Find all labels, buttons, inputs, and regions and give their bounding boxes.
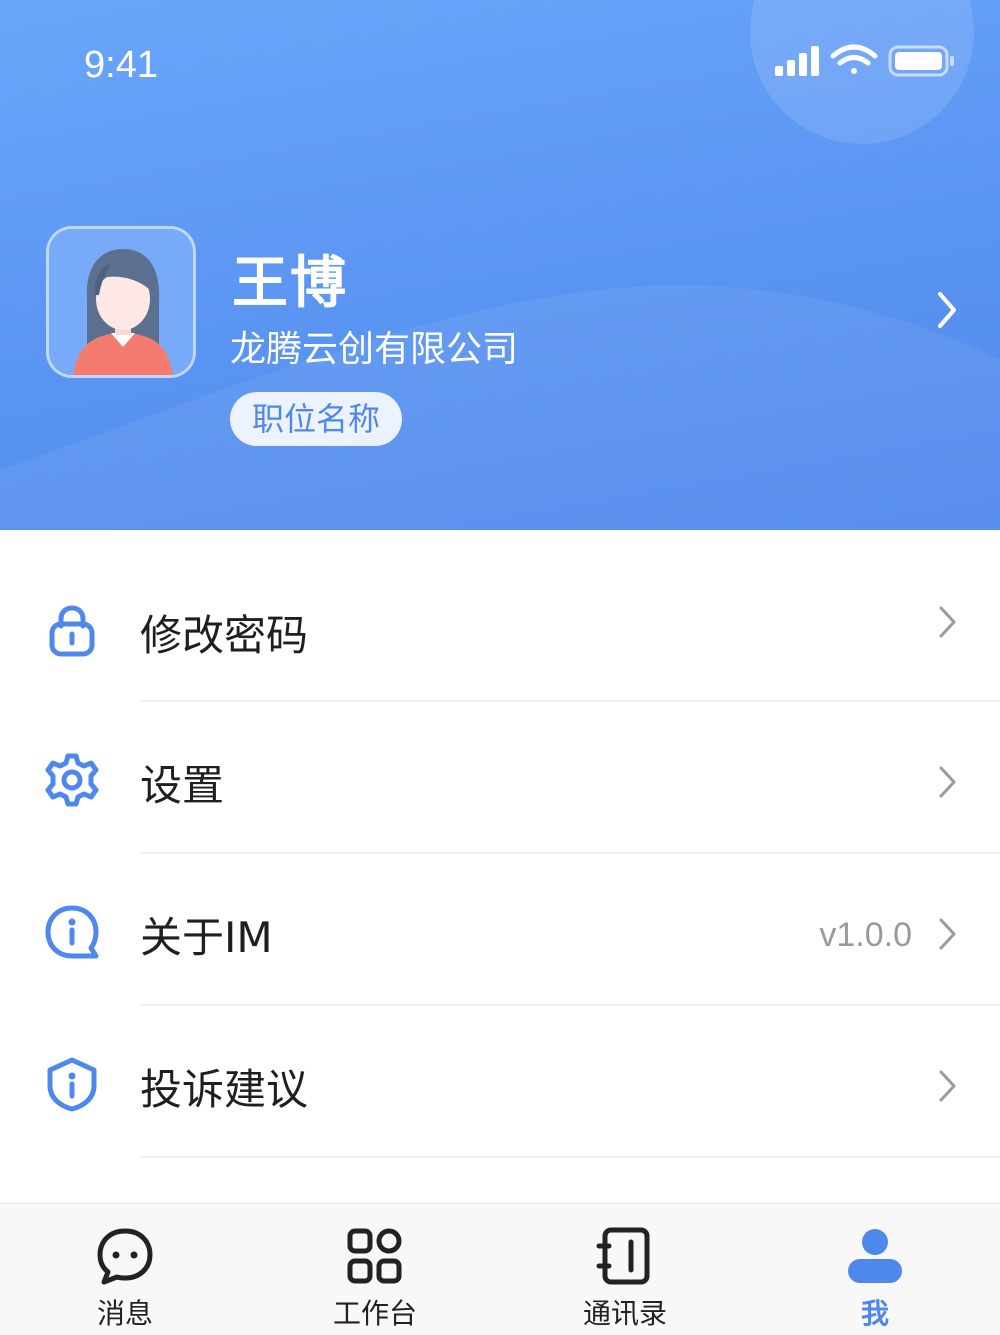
tab-label: 工作台 bbox=[332, 1297, 417, 1330]
tab-contacts[interactable]: 通讯录 bbox=[500, 1204, 750, 1335]
tab-label: 通讯录 bbox=[582, 1297, 667, 1330]
company-name: 龙腾云创有限公司 bbox=[230, 329, 519, 370]
tab-workbench[interactable]: 工作台 bbox=[250, 1204, 500, 1335]
shield-info-icon bbox=[47, 1057, 97, 1112]
chat-bubble-icon bbox=[97, 1228, 153, 1285]
divider bbox=[140, 1156, 1000, 1158]
grid-apps-icon bbox=[347, 1228, 402, 1284]
wifi-icon bbox=[830, 44, 878, 74]
menu-item-label: 修改密码 bbox=[140, 611, 309, 660]
person-icon bbox=[848, 1229, 902, 1283]
menu-item-feedback[interactable]: 投诉建议 bbox=[0, 1006, 1000, 1158]
tab-me[interactable]: 我 bbox=[750, 1204, 1000, 1335]
female-avatar-icon bbox=[49, 229, 193, 375]
user-name: 王博 bbox=[232, 251, 348, 316]
status-bar-icons bbox=[775, 44, 954, 77]
info-bubble-icon bbox=[45, 905, 99, 959]
menu-item-label: 关于IM bbox=[140, 913, 273, 962]
contacts-book-icon bbox=[596, 1227, 650, 1285]
chevron-right-icon bbox=[939, 766, 956, 798]
chevron-right-icon bbox=[939, 1070, 956, 1102]
chevron-right-icon bbox=[939, 918, 956, 950]
gear-icon bbox=[45, 753, 99, 807]
tab-label: 消息 bbox=[96, 1297, 153, 1330]
status-time: 9:41 bbox=[84, 44, 158, 86]
avatar[interactable] bbox=[46, 226, 196, 378]
chevron-right-icon bbox=[939, 606, 956, 638]
menu-item-label: 设置 bbox=[140, 761, 225, 810]
menu-item-change-password[interactable]: 修改密码 bbox=[0, 550, 1000, 702]
signal-icon bbox=[775, 46, 819, 76]
version-text: v1.0.0 bbox=[819, 916, 912, 954]
battery-icon bbox=[888, 45, 954, 77]
position-tag: 职位名称 bbox=[230, 392, 403, 446]
bottom-tab-bar: 消息 工作台 通讯录 我 bbox=[0, 1203, 1000, 1335]
menu-item-settings[interactable]: 设置 bbox=[0, 702, 1000, 854]
lock-icon bbox=[49, 605, 95, 657]
settings-menu: 修改密码 设置 关于IM v1.0.0 投诉建议 bbox=[0, 550, 1000, 1158]
tab-label: 我 bbox=[860, 1297, 889, 1330]
menu-item-label: 投诉建议 bbox=[140, 1065, 309, 1114]
menu-item-about-im[interactable]: 关于IM v1.0.0 bbox=[0, 854, 1000, 1006]
chevron-right-icon[interactable] bbox=[930, 288, 962, 332]
tab-messages[interactable]: 消息 bbox=[0, 1204, 250, 1335]
profile-header: 9:41 王博 龙腾云创有限公司 职位名称 bbox=[0, 0, 1000, 530]
